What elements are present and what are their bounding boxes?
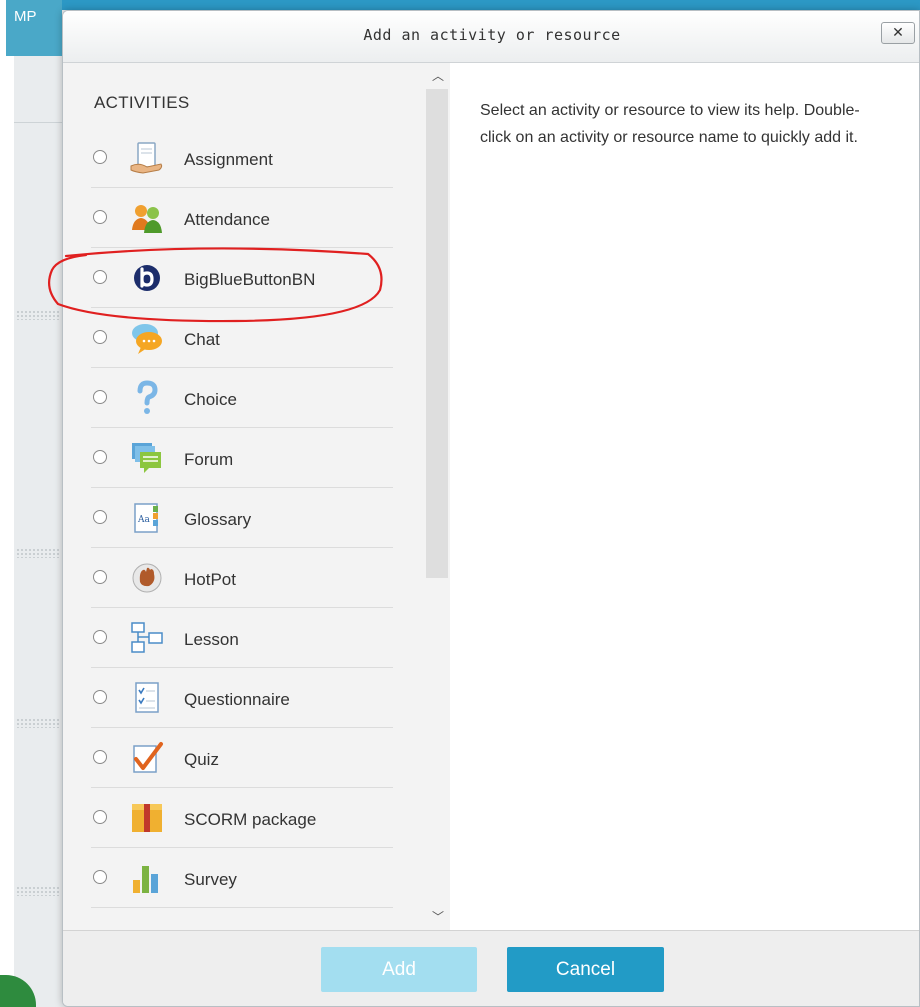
activity-option-chat[interactable]: Chat [91, 309, 393, 368]
radio-button[interactable] [93, 570, 107, 584]
scroll-up-arrow-icon[interactable]: ︿ [426, 67, 450, 85]
background-logo-corner [0, 975, 36, 1007]
activity-option-partial[interactable] [91, 909, 393, 930]
activity-option-lesson[interactable]: Lesson [91, 609, 393, 668]
activity-label: Assignment [184, 150, 273, 169]
radio-button[interactable] [93, 150, 107, 164]
quiz-icon [133, 742, 163, 773]
questionnaire-icon [135, 682, 159, 713]
activity-option-forum[interactable]: Forum [91, 429, 393, 488]
activity-option-quiz[interactable]: Quiz [91, 729, 393, 788]
dialog-header: Add an activity or resource ✕ [63, 11, 919, 63]
radio-button[interactable] [93, 630, 107, 644]
activity-label: Choice [184, 390, 237, 409]
choice-icon [137, 380, 158, 414]
lesson-icon [131, 622, 163, 653]
dialog-title: Add an activity or resource [363, 26, 621, 44]
activity-option-survey[interactable]: Survey [91, 849, 393, 908]
background-dots [16, 718, 60, 728]
help-text: Select an activity or resource to view i… [480, 102, 860, 146]
activity-option-attendance[interactable]: Attendance [91, 189, 393, 248]
section-title-activities: ACTIVITIES [94, 93, 190, 112]
activity-option-scorm-package[interactable]: SCORM package [91, 789, 393, 848]
activity-option-choice[interactable]: Choice [91, 369, 393, 428]
radio-button[interactable] [93, 210, 107, 224]
radio-button[interactable] [93, 510, 107, 524]
background-tab: MP [6, 0, 62, 56]
activity-chooser-dialog: Add an activity or resource ✕ ACTIVITIES… [62, 10, 920, 1007]
radio-button[interactable] [93, 390, 107, 404]
radio-button[interactable] [93, 870, 107, 884]
radio-button[interactable] [93, 810, 107, 824]
chat-icon [132, 324, 162, 354]
radio-button[interactable] [93, 330, 107, 344]
dialog-footer: Add Cancel [63, 930, 919, 1006]
hotpot-icon [132, 563, 162, 593]
radio-button[interactable] [93, 270, 107, 284]
glossary-icon: Aa [134, 503, 158, 533]
forum-icon [132, 443, 161, 473]
activity-option-bigbluebuttonbn[interactable]: BigBlueButtonBN [91, 249, 393, 308]
background-dots [16, 548, 60, 558]
radio-button[interactable] [93, 450, 107, 464]
survey-icon [133, 866, 158, 893]
activity-label: Attendance [184, 210, 271, 229]
svg-text:Aa: Aa [137, 515, 150, 525]
activity-label: Glossary [184, 510, 252, 529]
background-page [0, 0, 14, 1007]
close-button[interactable]: ✕ [881, 22, 915, 44]
radio-button[interactable] [93, 750, 107, 764]
scroll-down-arrow-icon[interactable]: ﹀ [426, 908, 450, 926]
activity-label: SCORM package [184, 810, 317, 829]
background-dots [16, 886, 60, 896]
radio-button[interactable] [93, 690, 107, 704]
scroll-thumb[interactable] [426, 89, 448, 578]
options-scrollbar[interactable]: ︿ ﹀ [426, 63, 450, 930]
activity-label: Forum [184, 450, 234, 469]
activity-label: Questionnaire [184, 690, 290, 709]
activity-label: HotPot [184, 570, 236, 589]
activity-option-hotpot[interactable]: HotPot [91, 549, 393, 608]
attendance-icon [132, 205, 162, 233]
activity-label: Lesson [184, 630, 239, 649]
background-topbar [14, 0, 920, 10]
activity-label: Quiz [184, 750, 219, 769]
bigbluebutton-icon [134, 265, 160, 291]
activity-label: Chat [184, 330, 220, 349]
scorm-icon [132, 804, 162, 832]
background-dots [16, 310, 60, 320]
activity-option-glossary[interactable]: Aa Glossary [91, 489, 393, 548]
activity-option-questionnaire[interactable]: Questionnaire [91, 669, 393, 728]
activity-label: Survey [184, 870, 237, 889]
cancel-button[interactable]: Cancel [507, 947, 664, 992]
assignment-icon [130, 142, 163, 174]
add-button[interactable]: Add [321, 947, 477, 992]
activity-options-list: ACTIVITIES Assignment Attendance BigBlue… [63, 63, 427, 930]
activity-label: BigBlueButtonBN [184, 270, 316, 289]
activity-option-assignment[interactable]: Assignment [91, 129, 393, 188]
